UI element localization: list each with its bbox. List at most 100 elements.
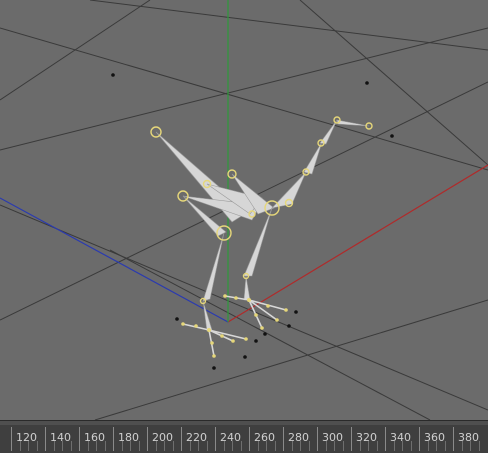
left-shin-bone[interactable] (202, 300, 213, 332)
timeline-major-tick (147, 427, 148, 451)
timeline-minor-tick (206, 441, 208, 451)
frame-ruler[interactable]: 120 140 160 180 200 220 240 260 280 300 320 340 360 3… (0, 425, 488, 453)
timeline-minor-tick (402, 441, 403, 451)
timeline-ruler[interactable]: 120 140 160 180 200 220 240 260 280 300 320 340 360 3… (0, 420, 488, 453)
timeline-minor-tick (28, 441, 29, 451)
timeline-minor-tick (155, 441, 157, 451)
timeline-minor-tick (96, 441, 97, 451)
toe-joint[interactable] (254, 313, 258, 317)
helper-dot[interactable] (254, 339, 258, 343)
timeline-minor-tick (376, 441, 378, 451)
timeline-minor-tick (359, 441, 361, 451)
timeline-minor-tick (232, 441, 233, 451)
timeline-major-tick (385, 427, 386, 451)
helper-dot[interactable] (390, 134, 394, 138)
timeline-minor-tick (70, 441, 72, 451)
timeline-minor-tick (104, 441, 106, 451)
toe-joint[interactable] (244, 337, 248, 341)
timeline-minor-tick (334, 441, 335, 451)
timeline-minor-tick (444, 441, 446, 451)
timeline-minor-tick (62, 441, 63, 451)
timeline-major-tick (113, 427, 114, 451)
timeline-minor-tick (410, 441, 412, 451)
timeline-minor-tick (461, 441, 463, 451)
grid-line (0, 0, 151, 101)
timeline-minor-tick (436, 441, 437, 451)
toe-joint[interactable] (210, 341, 214, 345)
toe-joint[interactable] (181, 322, 185, 326)
timeline-minor-tick (291, 441, 293, 451)
timeline-major-tick (283, 427, 284, 451)
timeline-major-tick (453, 427, 454, 451)
timeline-minor-tick (87, 441, 89, 451)
toe-bones[interactable] (182, 295, 287, 357)
timeline-minor-tick (53, 441, 55, 451)
timeline-major-tick (249, 427, 250, 451)
helper-dot[interactable] (294, 310, 298, 314)
timeline-major-tick (45, 427, 46, 451)
right-shin-bone[interactable] (243, 275, 251, 301)
viewport-canvas[interactable] (0, 0, 488, 420)
timeline-minor-tick (36, 441, 38, 451)
timeline-minor-tick (342, 441, 344, 451)
toe-joint[interactable] (234, 296, 238, 300)
helper-dot[interactable] (243, 355, 247, 359)
timeline-minor-tick (164, 441, 165, 451)
toe-joint[interactable] (220, 334, 224, 338)
timeline-minor-tick (325, 441, 327, 451)
timeline-minor-tick (138, 441, 140, 451)
grid-line (299, 0, 488, 166)
helper-dot[interactable] (287, 324, 291, 328)
timeline-minor-tick (300, 441, 301, 451)
timeline-minor-tick (189, 441, 191, 451)
3d-viewport[interactable] (0, 0, 488, 420)
timeline-minor-tick (121, 441, 123, 451)
timeline-minor-tick (257, 441, 259, 451)
toe-joint[interactable] (284, 308, 288, 312)
timeline-major-tick (317, 427, 318, 451)
left-foot-joint[interactable] (207, 328, 211, 332)
helper-dot[interactable] (111, 73, 115, 77)
grid-line (109, 249, 431, 420)
grid-line (0, 27, 488, 151)
toe-joint[interactable] (275, 318, 279, 322)
timeline-minor-tick (198, 441, 199, 451)
timeline-minor-tick (223, 441, 225, 451)
toe-joint[interactable] (194, 324, 198, 328)
helper-dot[interactable] (263, 332, 267, 336)
timeline-major-tick (419, 427, 420, 451)
timeline-minor-tick (478, 441, 480, 451)
timeline-major-tick (351, 427, 352, 451)
left-femur-bone[interactable] (202, 232, 225, 302)
timeline-minor-tick (393, 441, 395, 451)
toe-joint[interactable] (260, 326, 264, 330)
timeline-minor-tick (427, 441, 429, 451)
timeline-minor-tick (470, 441, 471, 451)
timeline-minor-tick (130, 441, 131, 451)
grid-line (0, 204, 488, 411)
timeline-minor-tick (274, 441, 276, 451)
helper-dot[interactable] (365, 81, 369, 85)
toe-joint[interactable] (212, 354, 216, 358)
toe-joint[interactable] (231, 339, 235, 343)
timeline-minor-tick (19, 441, 21, 451)
helper-dot[interactable] (175, 317, 179, 321)
beak-bone[interactable] (336, 119, 370, 127)
helper-dot[interactable] (212, 366, 216, 370)
timeline-major-tick (11, 427, 12, 451)
grid-line (0, 27, 488, 171)
grid-line (94, 299, 488, 420)
timeline-minor-tick (240, 441, 242, 451)
timeline-major-tick (215, 427, 216, 451)
timeline-minor-tick (172, 441, 174, 451)
toe-joint[interactable] (266, 304, 270, 308)
timeline-major-tick (79, 427, 80, 451)
skeleton-rig[interactable] (155, 119, 370, 332)
timeline-minor-tick (308, 441, 310, 451)
x-axis-line (227, 164, 488, 323)
timeline-major-tick (181, 427, 182, 451)
toe-joint[interactable] (223, 294, 227, 298)
timeline-minor-tick (368, 441, 369, 451)
timeline-minor-tick (266, 441, 267, 451)
right-foot-joint[interactable] (247, 298, 251, 302)
